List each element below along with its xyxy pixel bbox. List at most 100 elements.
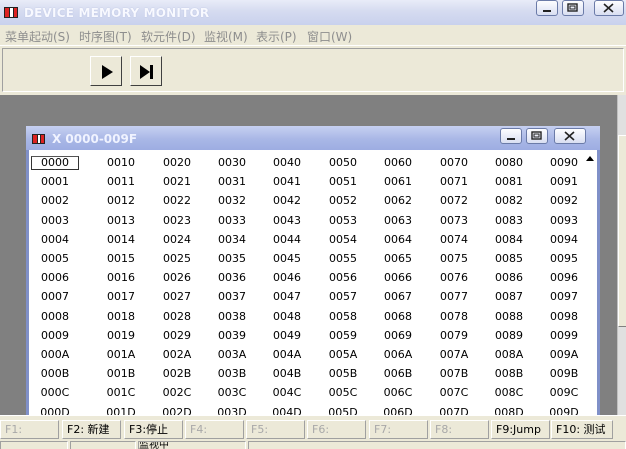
device-cell[interactable]: 0063 xyxy=(374,214,422,227)
device-cell[interactable]: 0064 xyxy=(374,233,422,246)
device-cell[interactable]: 004B xyxy=(263,367,311,380)
device-cell[interactable]: 0022 xyxy=(153,194,201,207)
device-cell[interactable]: 0009 xyxy=(31,329,79,342)
minimize-button[interactable] xyxy=(536,0,558,16)
device-cell[interactable]: 003C xyxy=(208,386,256,399)
device-cell[interactable]: 0016 xyxy=(97,271,145,284)
device-cell[interactable]: 0062 xyxy=(374,194,422,207)
device-cell[interactable]: 0006 xyxy=(31,271,79,284)
device-cell[interactable]: 0048 xyxy=(263,310,311,323)
device-cell[interactable]: 0007 xyxy=(31,290,79,303)
device-cell[interactable]: 0041 xyxy=(263,175,311,188)
device-cell[interactable]: 0075 xyxy=(430,252,478,265)
device-cell[interactable]: 0040 xyxy=(263,156,311,169)
menu-start[interactable]: 菜单起动(S) xyxy=(5,28,70,45)
device-cell[interactable]: 0088 xyxy=(485,310,533,323)
device-cell[interactable]: 0097 xyxy=(540,290,588,303)
device-cell[interactable]: 007B xyxy=(430,367,478,380)
device-cell[interactable]: 006B xyxy=(374,367,422,380)
device-cell[interactable]: 008A xyxy=(485,348,533,361)
device-cell[interactable]: 001B xyxy=(97,367,145,380)
device-cell[interactable]: 0061 xyxy=(374,175,422,188)
device-cell[interactable]: 0051 xyxy=(319,175,367,188)
device-cell[interactable]: 0059 xyxy=(319,329,367,342)
device-cell[interactable]: 0003 xyxy=(31,214,79,227)
device-cell[interactable]: 008B xyxy=(485,367,533,380)
device-cell[interactable]: 007C xyxy=(430,386,478,399)
device-cell[interactable]: 001D xyxy=(97,406,145,415)
device-cell[interactable]: 0036 xyxy=(208,271,256,284)
device-cell[interactable]: 0076 xyxy=(430,271,478,284)
device-cell[interactable]: 0039 xyxy=(208,329,256,342)
play-button[interactable] xyxy=(90,56,122,86)
device-cell[interactable]: 009B xyxy=(540,367,588,380)
device-cell[interactable]: 0018 xyxy=(97,310,145,323)
device-cell[interactable]: 0042 xyxy=(263,194,311,207)
device-cell[interactable]: 003A xyxy=(208,348,256,361)
device-cell[interactable]: 0013 xyxy=(97,214,145,227)
device-cell[interactable]: 0080 xyxy=(485,156,533,169)
device-cell[interactable]: 0028 xyxy=(153,310,201,323)
menu-monitor[interactable]: 监视(M) xyxy=(204,28,248,45)
device-cell[interactable]: 0031 xyxy=(208,175,256,188)
device-cell[interactable]: 009C xyxy=(540,386,588,399)
device-cell[interactable]: 004C xyxy=(263,386,311,399)
device-cell[interactable]: 0057 xyxy=(319,290,367,303)
device-cell[interactable]: 0081 xyxy=(485,175,533,188)
device-cell[interactable]: 0027 xyxy=(153,290,201,303)
device-cell[interactable]: 0019 xyxy=(97,329,145,342)
child-close-button[interactable] xyxy=(554,128,586,144)
menu-timing-chart[interactable]: 时序图(T) xyxy=(79,28,132,45)
device-cell[interactable]: 0050 xyxy=(319,156,367,169)
device-cell[interactable]: 0065 xyxy=(374,252,422,265)
device-cell[interactable]: 006C xyxy=(374,386,422,399)
device-cell[interactable]: 0011 xyxy=(97,175,145,188)
device-cell[interactable]: 0072 xyxy=(430,194,478,207)
restore-button[interactable] xyxy=(562,0,584,16)
device-cell[interactable]: 0099 xyxy=(540,329,588,342)
function-key-f7[interactable]: F7: xyxy=(369,420,428,439)
device-cell[interactable]: 0024 xyxy=(153,233,201,246)
child-restore-button[interactable] xyxy=(526,128,548,144)
device-cell[interactable]: 000D xyxy=(31,406,79,415)
function-key-f4[interactable]: F4: xyxy=(185,420,244,439)
device-cell[interactable]: 004D xyxy=(263,406,311,415)
device-cell[interactable]: 0000 xyxy=(31,156,79,170)
device-cell[interactable]: 0082 xyxy=(485,194,533,207)
device-cell[interactable]: 0015 xyxy=(97,252,145,265)
device-cell[interactable]: 0005 xyxy=(31,252,79,265)
function-key-f2[interactable]: F2: 新建 xyxy=(62,420,121,439)
device-cell[interactable]: 001C xyxy=(97,386,145,399)
device-cell[interactable]: 0037 xyxy=(208,290,256,303)
device-cell[interactable]: 0069 xyxy=(374,329,422,342)
device-cell[interactable]: 007D xyxy=(430,406,478,415)
device-cell[interactable]: 0053 xyxy=(319,214,367,227)
step-button[interactable] xyxy=(130,56,162,86)
device-cell[interactable]: 001A xyxy=(97,348,145,361)
device-cell[interactable]: 0087 xyxy=(485,290,533,303)
device-cell[interactable]: 0017 xyxy=(97,290,145,303)
device-cell[interactable]: 007A xyxy=(430,348,478,361)
function-key-f1[interactable]: F1: xyxy=(0,420,59,439)
device-cell[interactable]: 0034 xyxy=(208,233,256,246)
device-cell[interactable]: 0079 xyxy=(430,329,478,342)
device-cell[interactable]: 0002 xyxy=(31,194,79,207)
device-cell[interactable]: 0058 xyxy=(319,310,367,323)
device-cell[interactable]: 0043 xyxy=(263,214,311,227)
device-cell[interactable]: 0045 xyxy=(263,252,311,265)
device-cell[interactable]: 0021 xyxy=(153,175,201,188)
device-cell[interactable]: 0084 xyxy=(485,233,533,246)
device-cell[interactable]: 006A xyxy=(374,348,422,361)
device-cell[interactable]: 0001 xyxy=(31,175,79,188)
device-cell[interactable]: 0029 xyxy=(153,329,201,342)
device-cell[interactable]: 0010 xyxy=(97,156,145,169)
function-key-f9[interactable]: F9:Jump xyxy=(491,420,550,439)
device-cell[interactable]: 0055 xyxy=(319,252,367,265)
device-cell[interactable]: 0056 xyxy=(319,271,367,284)
device-cell[interactable]: 0078 xyxy=(430,310,478,323)
device-cell[interactable]: 009A xyxy=(540,348,588,361)
device-cell[interactable]: 0014 xyxy=(97,233,145,246)
device-cell[interactable]: 0038 xyxy=(208,310,256,323)
device-cell[interactable]: 003B xyxy=(208,367,256,380)
device-cell[interactable]: 0033 xyxy=(208,214,256,227)
